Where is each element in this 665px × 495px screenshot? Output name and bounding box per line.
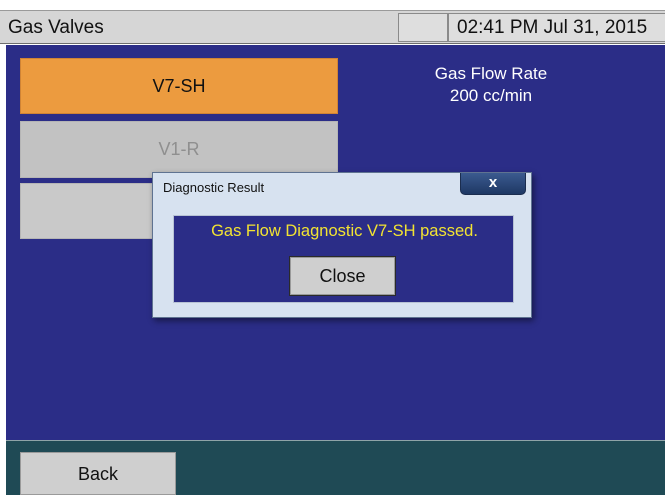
window-title: Gas Valves	[8, 17, 104, 38]
dialog-title: Diagnostic Result	[163, 180, 265, 195]
status-indicator	[398, 13, 448, 42]
diagnostic-message: Gas Flow Diagnostic V7-SH passed.	[211, 222, 478, 240]
gas-flow-rate-value: 200 cc/min	[449, 86, 533, 105]
gas-flow-rate-display: Gas Flow Rate 200 cc/min	[406, 63, 576, 107]
close-icon[interactable]: x	[460, 173, 526, 195]
close-button[interactable]: Close	[289, 256, 396, 296]
gas-flow-rate-label: Gas Flow Rate	[434, 64, 548, 83]
datetime-display: 02:41 PM Jul 31, 2015	[448, 13, 665, 42]
valve-button-v1-r[interactable]: V1-R	[20, 121, 338, 178]
diagnostic-result-dialog: Diagnostic Result x Gas Flow Diagnostic …	[152, 172, 532, 318]
valve-button-v7-sh[interactable]: V7-SH	[20, 58, 338, 114]
dialog-content: Gas Flow Diagnostic V7-SH passed. Close	[173, 215, 514, 303]
title-bar: Gas Valves 02:41 PM Jul 31, 2015	[0, 10, 665, 44]
back-button[interactable]: Back	[20, 452, 176, 495]
